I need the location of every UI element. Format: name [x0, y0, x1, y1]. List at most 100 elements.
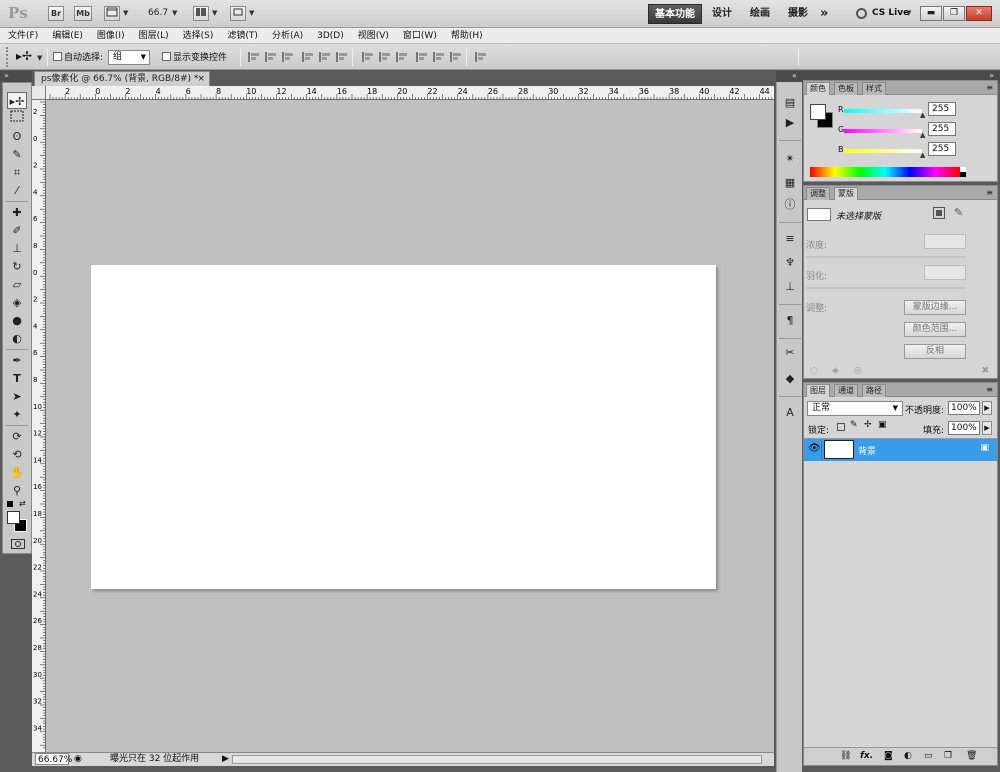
align-right-icon[interactable] — [336, 52, 348, 62]
tool-preset-chevron-icon[interactable]: ▼ — [37, 54, 42, 62]
auto-align-layers-icon[interactable] — [475, 52, 487, 62]
menu-3d[interactable]: 3D(D) — [309, 28, 350, 44]
distribute-vertical-center-icon[interactable] — [379, 52, 391, 62]
lock-image-icon[interactable]: ✎ — [850, 420, 858, 430]
workspace-essentials[interactable]: 基本功能 — [648, 4, 702, 24]
arrange-chevron-icon[interactable]: ▼ — [212, 9, 217, 17]
b-slider-thumb-icon[interactable]: ▲ — [920, 151, 925, 159]
swap-colors-icon[interactable]: ⇄ — [19, 499, 26, 508]
panel-menu-icon[interactable]: ≡ — [986, 188, 993, 197]
tab-adjustments[interactable]: 调整 — [806, 187, 830, 200]
move-tool-preset-icon[interactable]: ▸✢ — [16, 49, 32, 63]
align-vertical-center-icon[interactable] — [265, 52, 277, 62]
show-transform-checkbox[interactable]: 显示变换控件 — [162, 50, 227, 63]
vertical-ruler[interactable]: 2 0 2 4 6 8 0 2 4 6 8 10 12 14 16 18 20 22 24 26 28 30 32 34 — [32, 100, 46, 752]
crop-tool-icon[interactable]: ⌗ — [7, 164, 27, 181]
zoom-level[interactable]: 66.7 — [148, 8, 168, 18]
horizontal-ruler[interactable]: 2 0 2 4 6 8 10 12 14 16 18 20 22 24 26 28 30 32 34 36 38 40 42… — [46, 86, 774, 100]
bridge-button[interactable]: Br — [48, 6, 64, 21]
tab-styles[interactable]: 样式 — [862, 82, 886, 95]
3d-rotate-icon[interactable]: ⟳ — [7, 428, 27, 445]
tab-masks[interactable]: 蒙版 — [834, 187, 858, 200]
canvas-area[interactable] — [46, 100, 774, 752]
layer-comps-icon[interactable]: ◆ — [781, 370, 799, 387]
fill-slider-arrow-icon[interactable]: ▶ — [982, 421, 992, 435]
distribute-left-icon[interactable] — [416, 52, 428, 62]
menu-select[interactable]: 选择(S) — [175, 28, 220, 44]
vector-mask-icon[interactable]: ✎ — [954, 206, 963, 219]
ramp-black-swatch[interactable] — [960, 172, 966, 177]
eraser-tool-icon[interactable]: ▱ — [7, 276, 27, 293]
opacity-slider-arrow-icon[interactable]: ▶ — [982, 401, 992, 415]
brushes-panel-icon[interactable]: ♆ — [781, 254, 799, 271]
spot-healing-icon[interactable]: ✚ — [7, 204, 27, 221]
r-slider-thumb-icon[interactable]: ▲ — [920, 111, 925, 119]
3d-orbit-icon[interactable]: ⟲ — [7, 446, 27, 463]
brush-presets-icon[interactable]: ≡ — [781, 230, 799, 247]
hand-tool-icon[interactable]: ✋ — [7, 464, 27, 481]
menu-view[interactable]: 视图(V) — [350, 28, 395, 44]
path-selection-icon[interactable]: ➤ — [7, 388, 27, 405]
workspace-design[interactable]: 设计 — [706, 4, 738, 24]
close-window-button[interactable]: ✕ — [966, 6, 992, 21]
layer-visibility-eye-icon[interactable]: 👁 — [808, 443, 821, 454]
document-canvas[interactable] — [91, 265, 716, 589]
tool-presets-icon[interactable]: ✂ — [781, 344, 799, 361]
status-info-icon[interactable]: ◉ — [74, 753, 82, 766]
shape-tool-icon[interactable]: ✦ — [7, 406, 27, 423]
status-menu-arrow-icon[interactable]: ▶ — [222, 753, 229, 766]
navigator-panel-icon[interactable]: ✴ — [781, 150, 799, 167]
layer-name[interactable]: 背景 — [858, 444, 876, 457]
mask-edge-button[interactable]: 蒙版边缘... — [904, 300, 966, 315]
b-slider[interactable] — [844, 149, 922, 153]
pixel-mask-icon[interactable] — [933, 207, 945, 219]
new-layer-icon[interactable]: ❐ — [944, 751, 952, 761]
density-slider[interactable] — [806, 256, 966, 258]
menu-analysis[interactable]: 分析(A) — [264, 28, 309, 44]
feather-input[interactable] — [924, 265, 966, 280]
r-value[interactable]: 255 — [928, 102, 956, 116]
auto-select-dropdown[interactable]: 组 ▼ — [108, 50, 150, 65]
character-panel-icon[interactable]: A — [781, 404, 799, 421]
workspace-painting[interactable]: 绘画 — [744, 4, 776, 24]
actions-panel-icon[interactable]: ▶ — [781, 114, 799, 131]
eyedropper-icon[interactable]: ⁄ — [7, 182, 27, 199]
tab-layers[interactable]: 图层 — [806, 384, 830, 397]
fill-value[interactable]: 100% — [948, 421, 980, 435]
history-panel-icon[interactable]: ▤ — [781, 94, 799, 111]
distribute-top-icon[interactable] — [362, 52, 374, 62]
menu-edit[interactable]: 编辑(E) — [44, 28, 89, 44]
g-slider[interactable] — [844, 129, 922, 133]
lock-position-icon[interactable]: ✢ — [864, 420, 872, 430]
menu-filter[interactable]: 滤镜(T) — [219, 28, 264, 44]
view-extras-button[interactable] — [104, 6, 120, 21]
clone-source-icon[interactable]: ⊥ — [781, 278, 799, 295]
g-value[interactable]: 255 — [928, 122, 956, 136]
tab-paths[interactable]: 路径 — [862, 384, 886, 397]
quick-selection-icon[interactable]: ✎ — [7, 146, 27, 163]
arrange-documents-button[interactable] — [193, 6, 209, 21]
blend-mode-dropdown[interactable]: 正常 ▼ — [807, 401, 903, 416]
minimize-button[interactable]: ▬ — [920, 6, 942, 21]
document-tab[interactable]: ps像素化 @ 66.7% (背景, RGB/8#) * × — [34, 71, 210, 86]
quick-mask-icon[interactable] — [11, 539, 25, 549]
align-horizontal-center-icon[interactable] — [319, 52, 331, 62]
restore-button[interactable]: ❐ — [943, 6, 965, 21]
tab-swatches[interactable]: 色板 — [834, 82, 858, 95]
info-panel-icon[interactable]: ⓘ — [781, 196, 799, 213]
pen-tool-icon[interactable]: ✒ — [7, 352, 27, 369]
invert-button[interactable]: 反相 — [904, 344, 966, 359]
close-document-icon[interactable]: × — [197, 72, 205, 86]
new-group-icon[interactable]: ▭ — [924, 751, 933, 761]
color-ramp[interactable] — [810, 167, 960, 177]
menu-help[interactable]: 帮助(H) — [443, 28, 489, 44]
foreground-swatch[interactable] — [810, 104, 826, 120]
screen-mode-button[interactable] — [230, 6, 246, 21]
blur-tool-icon[interactable]: ● — [7, 312, 27, 329]
distribute-right-icon[interactable] — [450, 52, 462, 62]
g-slider-thumb-icon[interactable]: ▲ — [920, 131, 925, 139]
type-tool-icon[interactable]: T — [7, 370, 27, 387]
apply-mask-icon[interactable]: ◈ — [832, 366, 839, 376]
horizontal-scrollbar[interactable] — [232, 755, 762, 764]
delete-mask-icon[interactable]: ✖ — [981, 366, 989, 376]
